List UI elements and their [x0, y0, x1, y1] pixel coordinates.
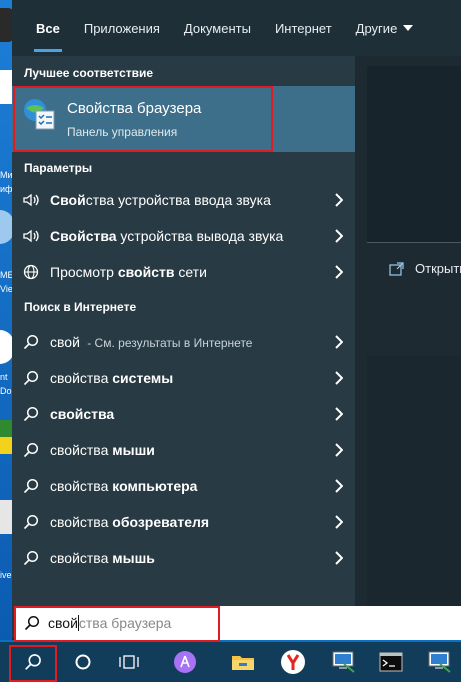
tab-label: Документы — [183, 20, 251, 36]
tab-label: Интернет — [274, 20, 332, 36]
search-icon — [22, 405, 40, 423]
cortana-icon — [75, 654, 91, 670]
open-action[interactable]: Открыть — [389, 261, 461, 276]
query-text: свойства — [50, 442, 113, 458]
query-text: свойства — [50, 550, 113, 566]
yandex-browser-icon — [281, 650, 305, 674]
query-text: свой — [50, 334, 80, 350]
desktop-icon-label: Ми — [0, 170, 13, 180]
match-text: Свойства — [50, 228, 117, 244]
match-text: свойств — [117, 264, 175, 280]
chevron-right-icon — [335, 479, 343, 493]
network-app-button[interactable] — [322, 642, 364, 682]
chevron-right-icon — [335, 515, 343, 529]
preview-header — [367, 66, 461, 242]
hint-text: - См. результаты в Интернете — [83, 336, 253, 350]
web-search-item[interactable]: свойства — [12, 396, 355, 432]
tab-label: Другие — [355, 20, 398, 36]
speaker-icon — [22, 227, 40, 245]
match-text: мышь — [112, 550, 155, 566]
preview-pane: Открыть — [355, 56, 461, 638]
desktop-icon-label: иф — [0, 184, 13, 194]
network-app-icon — [332, 651, 355, 673]
tab-documents[interactable]: Документы — [172, 0, 263, 56]
terminal-button[interactable] — [370, 642, 412, 682]
desktop-icon-label: ive — [0, 570, 12, 580]
query-text: свойства — [50, 478, 113, 494]
chevron-down-icon — [403, 25, 414, 31]
divider — [367, 242, 461, 243]
rest-text: сети — [174, 264, 207, 280]
match-text: системы — [112, 370, 174, 386]
tab-internet[interactable]: Интернет — [263, 0, 344, 56]
globe-icon — [22, 263, 40, 281]
search-icon — [22, 513, 40, 531]
desktop-icon-label: Do — [0, 386, 12, 396]
search-icon — [22, 477, 40, 495]
desktop-icon-label: Vie — [0, 284, 13, 294]
terminal-icon — [379, 652, 403, 672]
yandex-browser-button[interactable] — [272, 642, 314, 682]
network-app-icon-2 — [428, 651, 451, 673]
settings-item[interactable]: Просмотр свойств сети — [12, 254, 355, 290]
match-text: Свой — [50, 192, 86, 208]
match-text: мыши — [112, 442, 155, 458]
taskbar — [0, 642, 461, 682]
chevron-right-icon — [335, 371, 343, 385]
web-search-item[interactable]: свойства компьютера — [12, 468, 355, 504]
query-text: свойства — [50, 514, 113, 530]
open-icon — [389, 261, 404, 276]
tab-label: Все — [36, 20, 60, 36]
query-text: свойства — [50, 406, 115, 422]
task-view-button[interactable] — [108, 642, 150, 682]
web-search-item[interactable]: свой - См. результаты в Интернете — [12, 324, 355, 360]
desktop-icon-label: nt — [0, 372, 8, 382]
rest-text: устройства вывода звука — [116, 228, 284, 244]
open-label: Открыть — [415, 261, 461, 276]
web-search-item[interactable]: свойства мышь — [12, 540, 355, 576]
match-text: компьютера — [112, 478, 198, 494]
file-explorer-icon — [232, 656, 254, 670]
chevron-right-icon — [335, 335, 343, 349]
file-explorer-button[interactable] — [222, 642, 264, 682]
tab-label: Приложения — [83, 20, 160, 36]
settings-item[interactable]: Свойства устройства вывода звука — [12, 218, 355, 254]
rest-text: ства устройства ввода звука — [85, 192, 271, 208]
chevron-right-icon — [335, 551, 343, 565]
tab-more[interactable]: Другие — [344, 0, 426, 56]
tab-all[interactable]: Все — [24, 0, 72, 56]
annotation-highlight — [13, 86, 273, 152]
network-app-button-2[interactable] — [418, 642, 460, 682]
query-text: свойства — [50, 370, 113, 386]
chevron-right-icon — [335, 407, 343, 421]
web-search-item[interactable]: свойства мыши — [12, 432, 355, 468]
preview-body — [367, 356, 461, 638]
search-icon — [22, 549, 40, 567]
tab-apps[interactable]: Приложения — [72, 0, 172, 56]
pre-text: Просмотр — [50, 264, 118, 280]
speaker-icon — [22, 191, 40, 209]
search-icon — [22, 369, 40, 387]
section-title-settings: Параметры — [24, 161, 93, 175]
section-title-web: Поиск в Интернете — [24, 300, 137, 314]
annotation-highlight — [9, 645, 57, 682]
chevron-right-icon — [335, 193, 343, 207]
web-search-item[interactable]: свойства обозревателя — [12, 504, 355, 540]
search-icon — [22, 333, 40, 351]
web-search-item[interactable]: свойства системы — [12, 360, 355, 396]
alice-button[interactable] — [164, 642, 206, 682]
chevron-right-icon — [335, 229, 343, 243]
match-text: обозревателя — [112, 514, 210, 530]
section-title-best-match: Лучшее соответствие — [24, 66, 154, 80]
cortana-button[interactable] — [62, 642, 104, 682]
search-icon — [22, 441, 40, 459]
annotation-highlight — [14, 606, 220, 642]
settings-item[interactable]: Свойства устройства ввода звука — [12, 182, 355, 218]
chevron-right-icon — [335, 265, 343, 279]
chevron-right-icon — [335, 443, 343, 457]
alice-icon — [174, 651, 196, 673]
search-tabs: Все Приложения Документы Интернет Другие — [12, 0, 461, 56]
task-view-icon — [119, 655, 139, 669]
